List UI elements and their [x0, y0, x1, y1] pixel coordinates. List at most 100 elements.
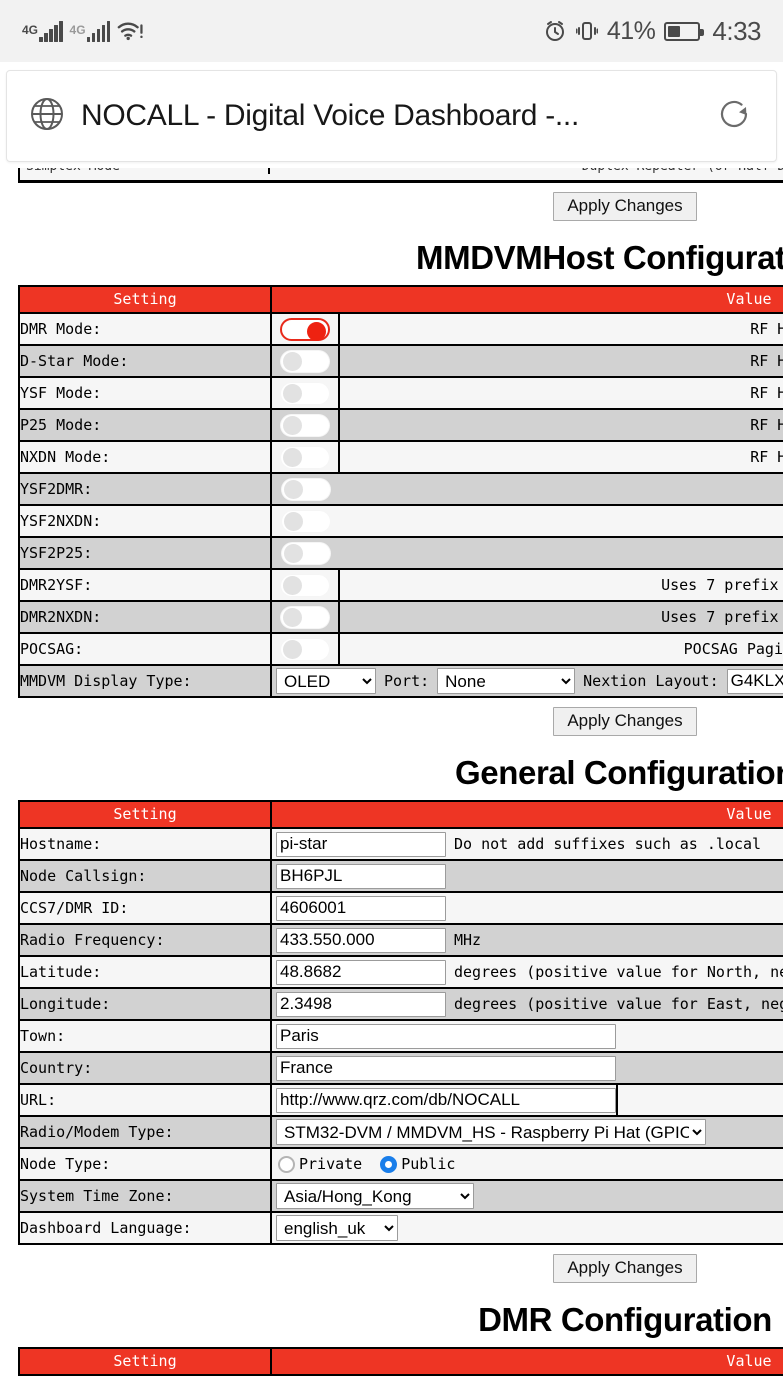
dashboard-config-page: Simplex Mode Duplex Repeater (or Half Du… — [0, 168, 783, 1376]
row-label: D-Star Mode: — [19, 345, 272, 378]
dashboard-language-select[interactable]: english_uk — [276, 1215, 398, 1241]
toggle-cell[interactable] — [272, 442, 340, 472]
signal-sim1-label: 4G — [22, 23, 39, 37]
browser-title-bar[interactable]: NOCALL - Digital Voice Dashboard -... — [6, 70, 777, 162]
toggle-cell[interactable] — [272, 314, 340, 344]
row-label: MMDVM Display Type: — [19, 665, 272, 697]
cut-off-row-label: Simplex Mode — [20, 168, 270, 174]
mmdvm-port-select[interactable]: None — [437, 668, 576, 694]
table-row: Town: — [19, 1020, 783, 1053]
status-right-icons: 41% 4:33 — [543, 16, 761, 47]
url-input[interactable] — [276, 1087, 616, 1113]
node-type-private-radio[interactable] — [278, 1155, 295, 1173]
clock-label: 4:33 — [712, 15, 761, 46]
apply-changes-wrap-2: Apply Changes — [0, 698, 783, 740]
header-value: Value — [271, 286, 783, 314]
longitude-input[interactable] — [276, 991, 446, 1017]
apply-changes-button[interactable]: Apply Changes — [553, 192, 697, 221]
cut-off-row-value: Duplex Repeater (or Half Duplex on Hotsp… — [270, 168, 783, 174]
table-row: POCSAG: POCSAG Paging Features — [19, 633, 783, 666]
system-time-zone-select[interactable]: Asia/Hong_Kong — [276, 1183, 474, 1209]
ccs7-dmr-id-input[interactable] — [276, 895, 446, 921]
table-row: Latitude: degrees (positive value for No… — [19, 956, 783, 989]
apply-changes-button[interactable]: Apply Changes — [553, 707, 697, 736]
apply-changes-button[interactable]: Apply Changes — [553, 1254, 697, 1283]
row-label: NXDN Mode: — [19, 441, 272, 474]
mmdvm-display-type-select[interactable]: OLED — [276, 668, 376, 694]
url-radio-cell[interactable] — [616, 1085, 783, 1115]
row-label: Hostname: — [19, 828, 272, 861]
nxdn-mode-toggle[interactable] — [280, 445, 330, 469]
row-note: MHz — [454, 931, 482, 949]
table-row: YSF2NXDN: — [19, 505, 783, 538]
pocsag-toggle[interactable] — [280, 637, 330, 661]
row-note: Do not add suffixes such as .local — [454, 835, 762, 853]
ysf2dmr-toggle[interactable] — [281, 477, 331, 501]
toggle-cell[interactable] — [272, 474, 340, 504]
hostname-input[interactable] — [276, 831, 446, 857]
dmr-config-table: Setting Value DMR Master: BM_France_2082… — [18, 1347, 783, 1376]
table-row: Hostname: Do not add suffixes such as .l… — [19, 828, 783, 861]
row-label: CCS7/DMR ID: — [19, 892, 272, 925]
dmr-section-title: DMR Configuration — [478, 1301, 772, 1338]
row-label: DMR Mode: — [19, 313, 272, 346]
row-label: Longitude: — [19, 988, 272, 1021]
table-row: Dashboard Language: english_uk — [19, 1212, 783, 1244]
row-label: System Time Zone: — [19, 1180, 272, 1213]
header-value: Value — [271, 801, 783, 829]
row-note: degrees (positive value for North, negat… — [454, 963, 783, 981]
row-label: YSF Mode: — [19, 377, 272, 410]
mmdvm-section-title: MMDVMHost Configuration — [416, 239, 783, 276]
row-label: POCSAG: — [19, 633, 272, 666]
row-label: Town: — [19, 1020, 272, 1053]
rf-hangtime-label: RF Hangtime: — [750, 352, 783, 370]
alarm-clock-icon — [543, 19, 567, 43]
table-header-row: Setting Value — [19, 801, 783, 829]
toggle-cell[interactable] — [272, 570, 340, 600]
page-title: NOCALL - Digital Voice Dashboard -... — [81, 99, 580, 132]
table-row: System Time Zone: Asia/Hong_Kong — [19, 1180, 783, 1213]
country-input[interactable] — [276, 1055, 616, 1081]
signal-sim1-icon: 4G — [22, 21, 63, 42]
node-callsign-input[interactable] — [276, 863, 446, 889]
header-setting: Setting — [19, 801, 272, 829]
toggle-cell[interactable] — [272, 506, 340, 536]
ysf-mode-toggle[interactable] — [280, 381, 330, 405]
radio-frequency-input[interactable] — [276, 927, 446, 953]
node-type-radio-group[interactable]: Private Public — [272, 1155, 469, 1173]
table-row: Longitude: degrees (positive value for E… — [19, 988, 783, 1021]
row-label: Node Callsign: — [19, 860, 272, 893]
toggle-cell[interactable] — [272, 538, 340, 568]
row-label: Latitude: — [19, 956, 272, 989]
table-row: NXDN Mode: RF Hangtime: Net Hangtime: — [19, 441, 783, 474]
reload-icon[interactable] — [712, 92, 756, 141]
dmr2ysf-toggle[interactable] — [280, 573, 330, 597]
table-row: DMR2NXDN: Uses 7 prefix on DMRGateway — [19, 601, 783, 634]
dmr2nxdn-toggle[interactable] — [280, 605, 330, 629]
toggle-cell[interactable] — [272, 410, 340, 440]
table-row: D-Star Mode: RF Hangtime: Net Hangtime: — [19, 345, 783, 378]
node-type-public-radio[interactable] — [380, 1155, 398, 1173]
table-row: Node Type: Private Public — [19, 1148, 783, 1181]
town-input[interactable] — [276, 1023, 616, 1049]
row-label: Radio/Modem Type: — [19, 1116, 272, 1149]
toggle-cell[interactable] — [272, 346, 340, 376]
signal-sim2-label: 4G — [69, 23, 86, 37]
nextion-layout-input[interactable] — [726, 668, 783, 694]
toggle-cell[interactable] — [272, 634, 340, 664]
rf-hangtime-label: RF Hangtime: — [750, 384, 783, 402]
dstar-mode-toggle[interactable] — [280, 349, 330, 373]
table-row: URL: — [19, 1084, 783, 1117]
ysf2p25-toggle[interactable] — [281, 541, 331, 565]
toggle-cell[interactable] — [272, 602, 340, 632]
radio-modem-type-select[interactable]: STM32-DVM / MMDVM_HS - Raspberry Pi Hat … — [276, 1119, 706, 1145]
apply-changes-wrap-1: Apply Changes — [0, 183, 783, 225]
status-left-icons: 4G 4G — [22, 20, 145, 42]
p25-mode-toggle[interactable] — [280, 413, 330, 437]
horizontal-scroll-container[interactable]: Simplex Mode Duplex Repeater (or Half Du… — [0, 168, 783, 1376]
ysf2nxdn-toggle[interactable] — [281, 509, 331, 533]
dmr-mode-toggle[interactable] — [280, 317, 330, 341]
latitude-input[interactable] — [276, 959, 446, 985]
row-label: YSF2P25: — [19, 537, 272, 570]
toggle-cell[interactable] — [272, 378, 340, 408]
